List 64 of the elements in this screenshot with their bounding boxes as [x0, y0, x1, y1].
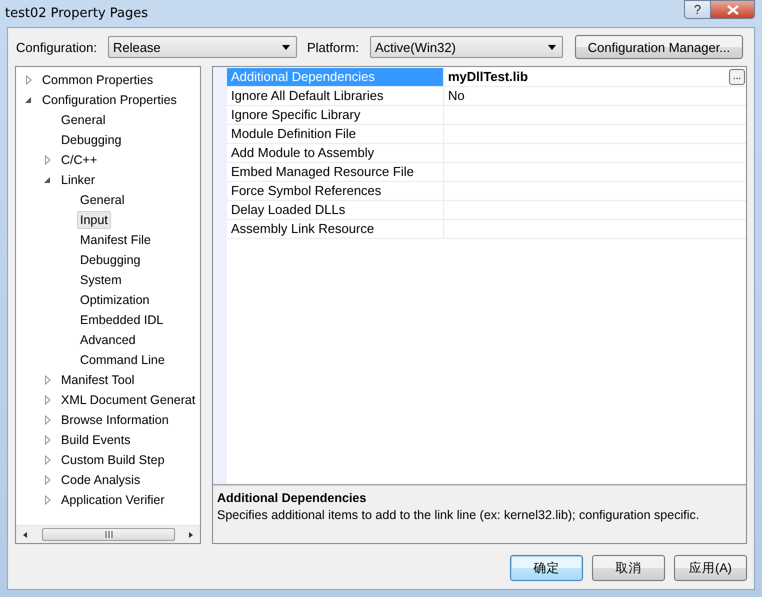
tree-item[interactable]: XML Document Generat	[58, 391, 198, 409]
collapsed-icon[interactable]	[43, 495, 53, 505]
property-name[interactable]: Embed Managed Resource File	[227, 163, 444, 182]
tree-item[interactable]: Input	[77, 211, 111, 229]
dialog-button[interactable]: 确定	[510, 555, 583, 581]
dialog-button[interactable]: 取消	[592, 555, 665, 581]
collapsed-icon[interactable]	[43, 375, 53, 385]
horizontal-scrollbar[interactable]	[16, 525, 200, 543]
dropdown-arrow-icon	[282, 44, 290, 50]
expanded-icon[interactable]	[43, 175, 53, 185]
tree-item[interactable]: Manifest Tool	[58, 371, 138, 389]
collapsed-icon[interactable]	[43, 415, 53, 425]
collapsed-icon[interactable]	[43, 455, 53, 465]
tree-item[interactable]: Optimization	[77, 291, 152, 309]
tree-item[interactable]: Embedded IDL	[77, 311, 166, 329]
tree-item[interactable]: General	[58, 111, 108, 129]
window-title: test02 Property Pages	[5, 6, 148, 21]
platform-dropdown[interactable]: Active(Win32)	[370, 36, 563, 58]
tree-item[interactable]: Browse Information	[58, 411, 172, 429]
collapsed-icon[interactable]	[24, 75, 34, 85]
platform-label: Platform:	[306, 40, 359, 54]
browse-button[interactable]: ...	[729, 69, 745, 85]
collapsed-icon[interactable]	[43, 395, 53, 405]
tree-item[interactable]: Common Properties	[39, 71, 156, 89]
scroll-thumb[interactable]	[42, 528, 175, 541]
description-title: Additional Dependencies	[217, 491, 368, 505]
scroll-left-icon[interactable]	[22, 530, 30, 538]
property-name[interactable]: Add Module to Assembly	[227, 144, 444, 163]
description-text: Specifies additional items to add to the link line (ex: kernel32.lib); configuration specific.	[217, 508, 700, 522]
property-name[interactable]: Module Definition File	[227, 125, 444, 144]
dropdown-arrow-icon	[548, 44, 556, 50]
tree-item[interactable]: General	[77, 191, 128, 209]
configuration-label: Configuration:	[16, 40, 97, 54]
tree-item[interactable]: Custom Build Step	[58, 451, 168, 469]
tree-item[interactable]: Debugging	[77, 251, 144, 269]
grip-icon	[104, 531, 112, 538]
property-value[interactable]: No	[444, 87, 746, 106]
expanded-icon[interactable]	[24, 95, 34, 105]
tree-item[interactable]: Code Analysis	[58, 471, 144, 489]
collapsed-icon[interactable]	[43, 475, 53, 485]
tree-item[interactable]: Linker	[58, 171, 98, 189]
tree-item[interactable]: Build Events	[58, 431, 134, 449]
property-name[interactable]: Force Symbol References	[227, 182, 444, 201]
tree-item[interactable]: Debugging	[58, 131, 124, 149]
property-name[interactable]: Ignore All Default Libraries	[227, 87, 444, 106]
collapsed-icon[interactable]	[43, 435, 53, 445]
help-button[interactable]: ?	[684, 0, 711, 19]
property-name[interactable]: Assembly Link Resource	[227, 220, 444, 239]
property-name[interactable]: Delay Loaded DLLs	[227, 201, 444, 220]
close-icon[interactable]	[726, 4, 738, 14]
tree-item[interactable]: Application Verifier	[58, 491, 168, 509]
close-button[interactable]	[711, 0, 755, 19]
dialog-button[interactable]: 应用(A)	[674, 555, 747, 581]
configuration-dropdown[interactable]: Release	[108, 36, 297, 58]
tree-item[interactable]: C/C++	[58, 151, 100, 169]
tree-item[interactable]: Command Line	[77, 351, 168, 369]
tree-item[interactable]: System	[77, 271, 125, 289]
tree-item[interactable]: Configuration Properties	[39, 91, 180, 109]
scroll-right-icon[interactable]	[186, 530, 194, 538]
property-name[interactable]: Ignore Specific Library	[227, 106, 444, 125]
collapsed-icon[interactable]	[43, 155, 53, 165]
configuration-manager-button[interactable]: Configuration Manager...	[574, 35, 743, 59]
tree-item[interactable]: Advanced	[77, 331, 139, 349]
tree-item[interactable]: Manifest File	[77, 231, 154, 249]
